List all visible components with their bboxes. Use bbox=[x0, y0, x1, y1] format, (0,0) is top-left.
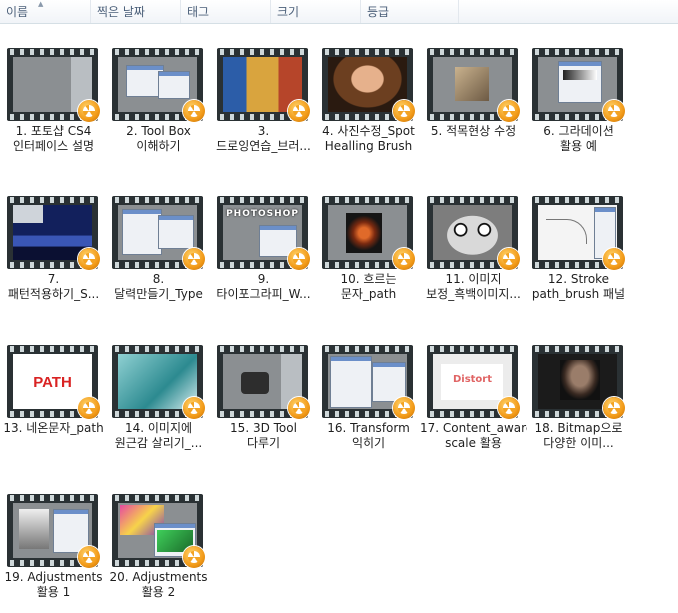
column-size-label: 크기 bbox=[277, 5, 300, 19]
file-name-line1: 20. Adjustments bbox=[109, 570, 208, 584]
file-name-line1: 8. bbox=[152, 272, 165, 286]
column-name-label: 이름 bbox=[6, 5, 29, 19]
column-rating-label: 등급 bbox=[367, 5, 390, 19]
file-name-line2: 원근감 살리기_... bbox=[114, 436, 203, 450]
file-name-line1: 6. 그라데이션 bbox=[543, 124, 614, 138]
file-name-line1: 4. 사진수정_Spot bbox=[322, 124, 415, 138]
video-player-icon bbox=[288, 397, 310, 419]
video-player-icon bbox=[288, 100, 310, 122]
thumbnail-text: Distort bbox=[452, 374, 493, 385]
column-tags[interactable]: 태그 bbox=[181, 0, 271, 23]
file-name-line1: 19. Adjustments bbox=[4, 570, 103, 584]
file-name-line2: 다루기 bbox=[246, 436, 281, 450]
video-player-icon bbox=[393, 100, 415, 122]
file-name-line2: 타이포그라피_W... bbox=[216, 287, 311, 301]
file-name-line2: 활용 1 bbox=[36, 585, 71, 599]
file-name-line2: scale 활용 bbox=[445, 436, 502, 450]
video-player-icon bbox=[498, 100, 520, 122]
file-name-line1: 3. bbox=[257, 124, 270, 138]
video-player-icon bbox=[603, 100, 625, 122]
file-name-line1: 1. 포토샵 CS4 bbox=[15, 124, 92, 138]
file-name-line1: 5. 적목현상 수정 bbox=[430, 124, 517, 138]
column-name[interactable]: 이름 ▲ bbox=[0, 0, 91, 23]
video-player-icon bbox=[183, 397, 205, 419]
file-name-line1: 12. Stroke bbox=[547, 272, 610, 286]
file-name-line2: 활용 2 bbox=[141, 585, 176, 599]
video-player-icon bbox=[603, 248, 625, 270]
file-name-line1: 10. 흐르는 bbox=[340, 272, 397, 286]
file-name-line2: 다양한 이미... bbox=[543, 436, 614, 450]
video-player-icon bbox=[393, 248, 415, 270]
file-name-line1: 17. Content_aware bbox=[420, 421, 527, 435]
thumbnail-text: PATH bbox=[33, 374, 72, 391]
file-name-line1: 11. 이미지 bbox=[445, 272, 502, 286]
file-name-line2: 문자_path bbox=[340, 287, 397, 301]
video-player-icon bbox=[78, 397, 100, 419]
file-name-line1: 15. 3D Tool bbox=[230, 421, 297, 435]
column-date-taken-label: 찍은 날짜 bbox=[97, 5, 145, 19]
file-name-line1: 2. Tool Box bbox=[126, 124, 191, 138]
file-name-line2: 드로잉연습_브러... bbox=[216, 139, 311, 153]
file-name-line1: 18. Bitmap으로 bbox=[534, 421, 623, 435]
file-name-line2: 익히기 bbox=[351, 436, 386, 450]
video-player-icon bbox=[393, 397, 415, 419]
video-player-icon bbox=[288, 248, 310, 270]
file-name-line1: 7. bbox=[47, 272, 60, 286]
video-player-icon bbox=[498, 397, 520, 419]
video-player-icon bbox=[183, 100, 205, 122]
column-header: 이름 ▲ 찍은 날짜 태그 크기 등급 bbox=[0, 0, 678, 24]
file-name-line2: Healling Brush bbox=[324, 139, 413, 153]
video-player-icon bbox=[183, 248, 205, 270]
video-player-icon bbox=[183, 546, 205, 568]
file-name-line2: 보정_흑백이미지... bbox=[426, 287, 521, 301]
file-name-line1: 9. bbox=[257, 272, 270, 286]
column-rating[interactable]: 등급 bbox=[361, 0, 459, 23]
file-name-line2: 인터페이스 설명 bbox=[12, 139, 95, 153]
thumbnail-text: PHOTOSHOP bbox=[226, 209, 299, 219]
column-size[interactable]: 크기 bbox=[271, 0, 361, 23]
file-name-line2: 달력만들기_Type bbox=[114, 287, 203, 301]
video-player-icon bbox=[78, 100, 100, 122]
file-name-line2: 패턴적용하기_S... bbox=[7, 287, 100, 301]
file-name-line1: 13. 네온문자_path bbox=[3, 421, 104, 435]
video-player-icon bbox=[78, 248, 100, 270]
video-player-icon bbox=[78, 546, 100, 568]
sort-ascending-icon: ▲ bbox=[38, 0, 44, 8]
file-name-line2: path_brush 패널 bbox=[531, 287, 626, 301]
column-tags-label: 태그 bbox=[187, 5, 210, 19]
file-name-line2: 활용 예 bbox=[560, 139, 597, 153]
video-player-icon bbox=[498, 248, 520, 270]
file-name-line2: 이해하기 bbox=[136, 139, 181, 153]
file-name-line1: 14. 이미지에 bbox=[124, 421, 193, 435]
column-date-taken[interactable]: 찍은 날짜 bbox=[91, 0, 181, 23]
file-name-line1: 16. Transform bbox=[327, 421, 410, 435]
video-player-icon bbox=[603, 397, 625, 419]
